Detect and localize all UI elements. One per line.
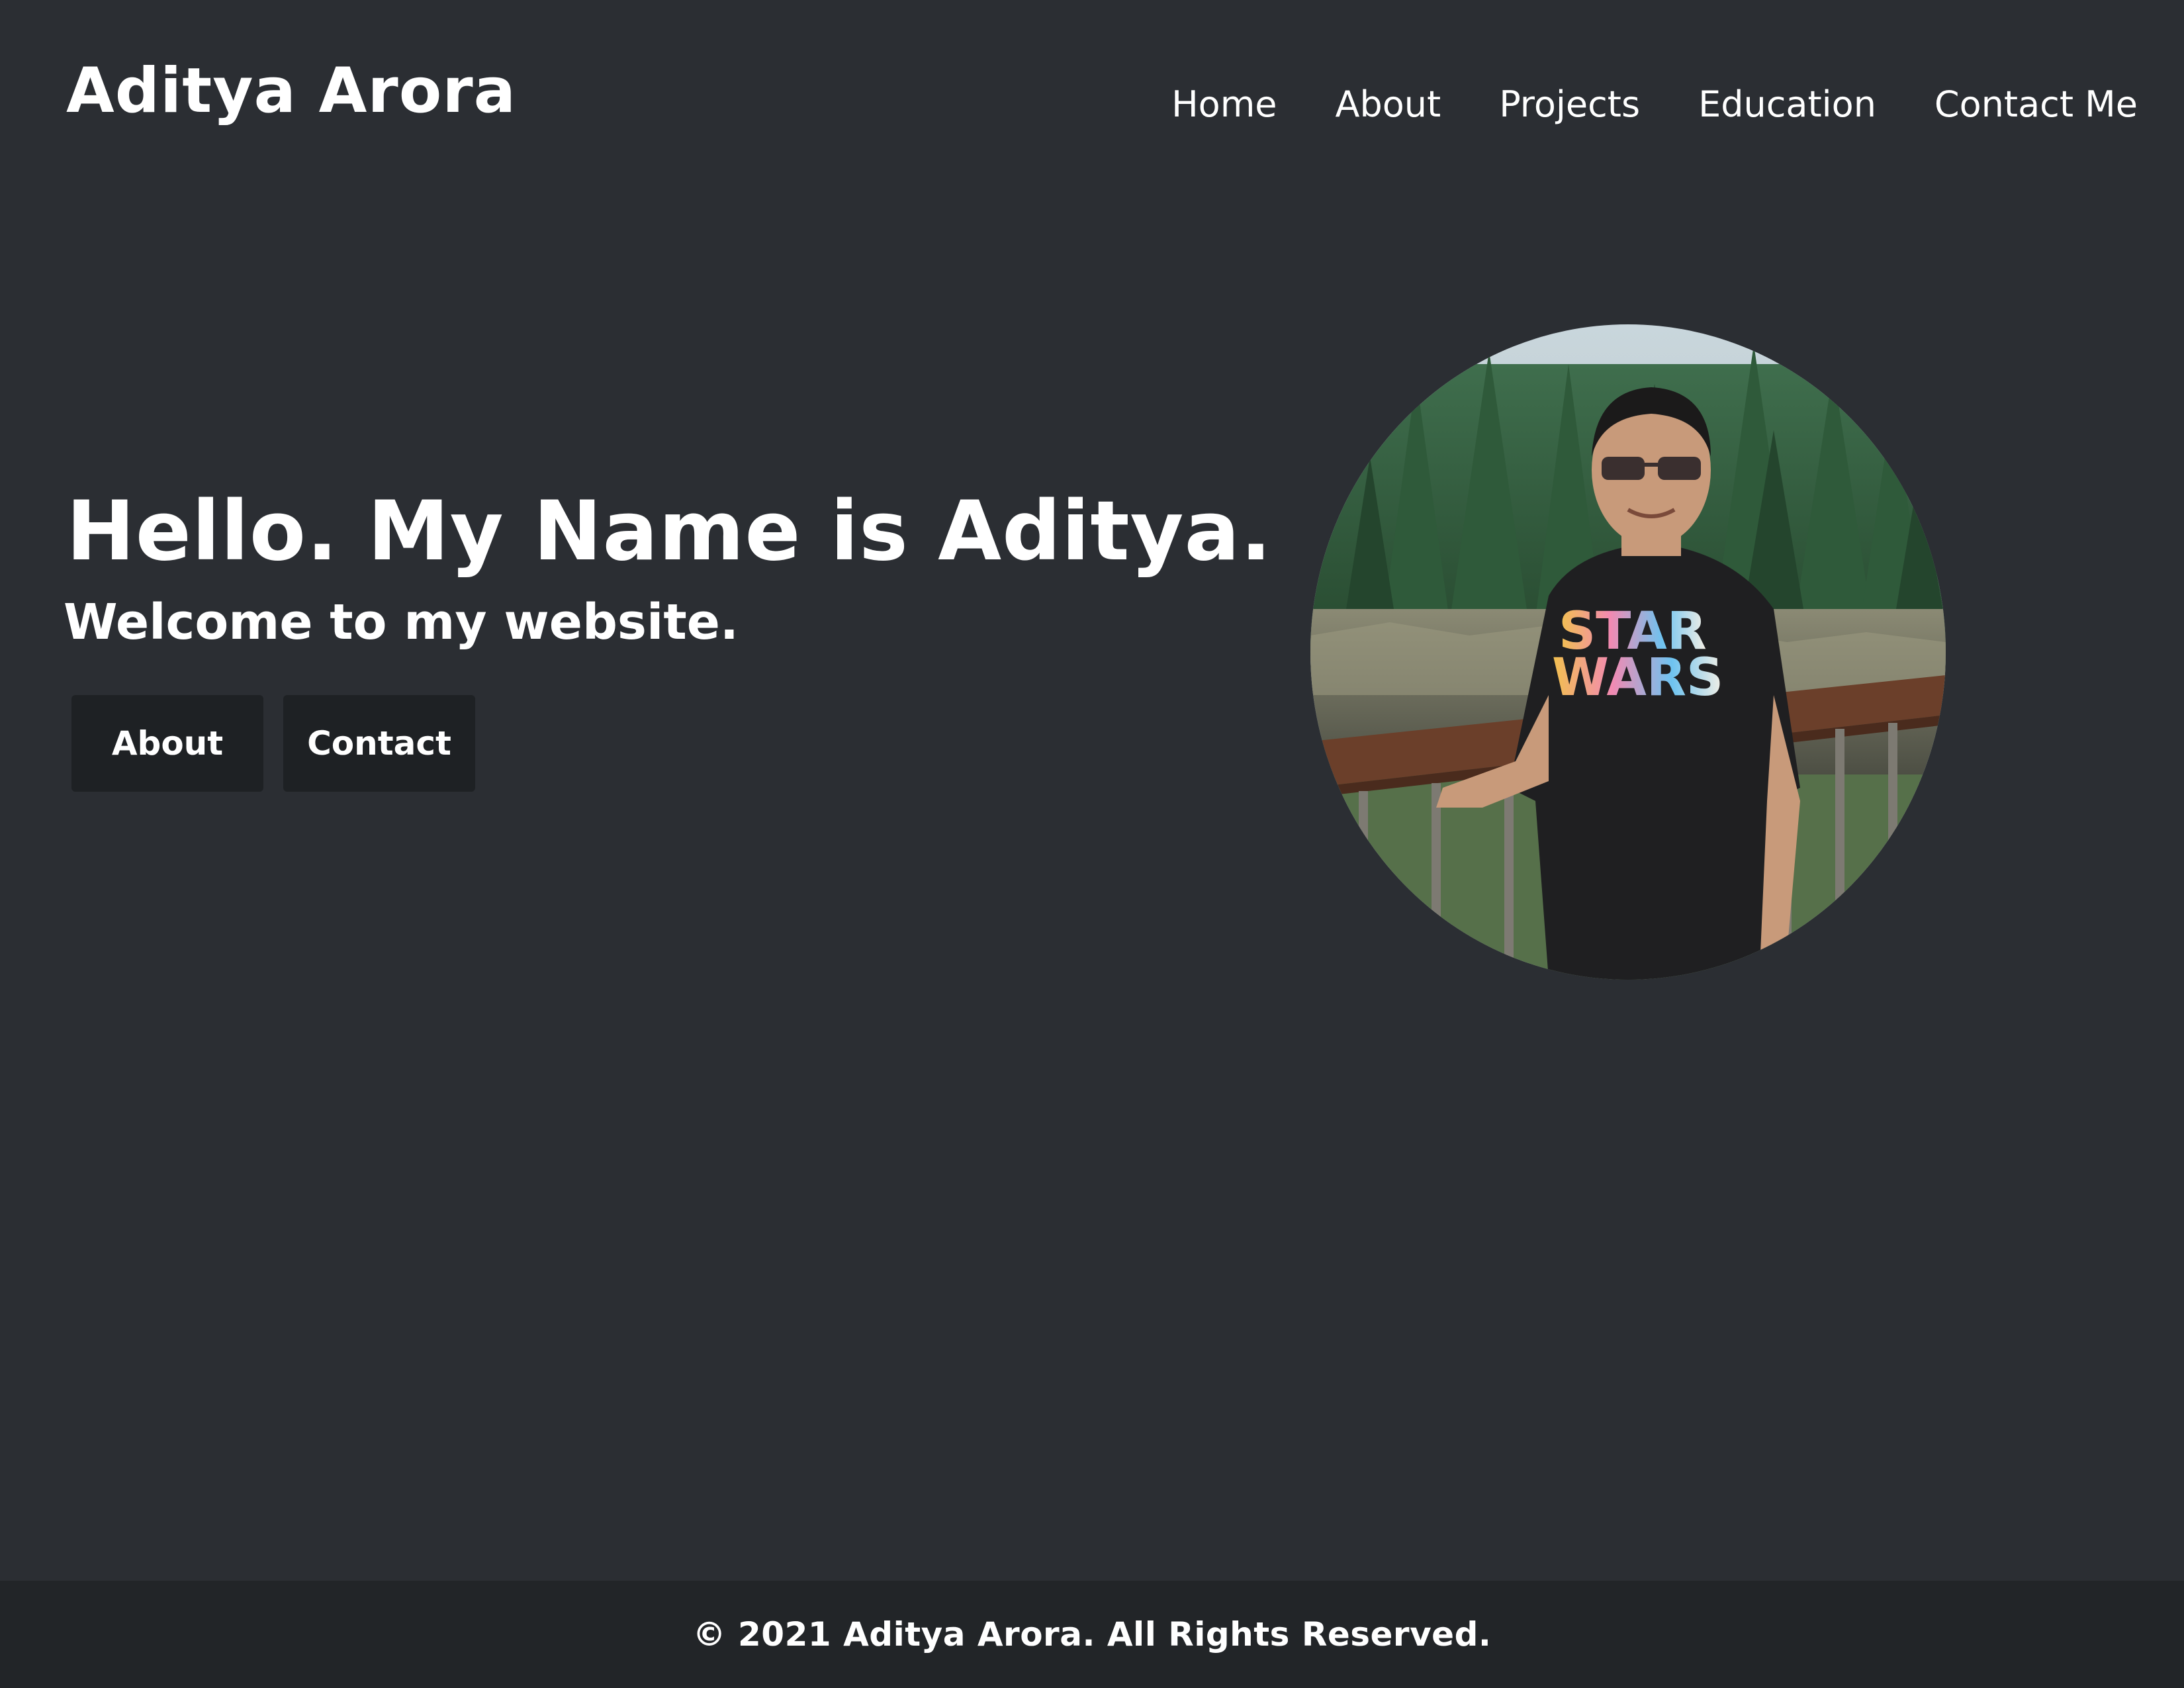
- site-brand[interactable]: Aditya Arora: [66, 52, 516, 131]
- hero-subtitle: Welcome to my website.: [64, 594, 739, 651]
- nav-link-education[interactable]: Education: [1698, 78, 1876, 131]
- nav-link-home[interactable]: Home: [1171, 78, 1277, 131]
- copyright-text: © 2021 Aditya Arora. All Rights Reserved…: [692, 1615, 1492, 1654]
- site-footer: © 2021 Aditya Arora. All Rights Reserved…: [0, 1581, 2184, 1688]
- hero-buttons: About Contact: [71, 695, 1257, 792]
- page: Aditya Arora Home About Projects Educati…: [0, 0, 2184, 1688]
- nav-link-contact-me[interactable]: Contact Me: [1934, 78, 2138, 131]
- nav-link-projects[interactable]: Projects: [1499, 78, 1640, 131]
- site-header: Aditya Arora Home About Projects Educati…: [0, 0, 2184, 185]
- profile-photo: STAR WARS: [1310, 324, 1946, 980]
- nav-link-about[interactable]: About: [1336, 78, 1441, 131]
- main-nav: Home About Projects Education Contact Me: [1171, 78, 2138, 131]
- hero-title: Hello. My Name is Aditya.: [66, 484, 1273, 579]
- hero-section: Hello. My Name is Aditya. Welcome to my …: [64, 482, 1273, 792]
- contact-button[interactable]: Contact: [283, 695, 475, 792]
- shirt-logo-line2: WARS: [1552, 648, 1723, 708]
- about-button[interactable]: About: [71, 695, 263, 792]
